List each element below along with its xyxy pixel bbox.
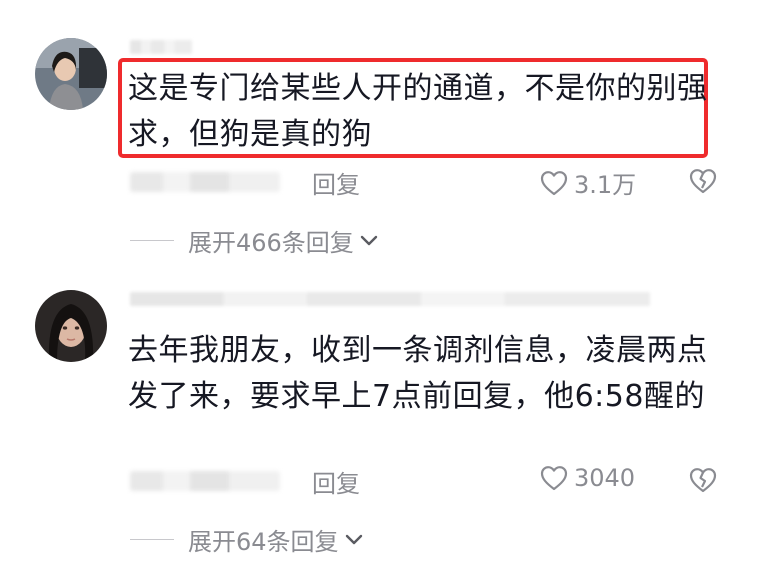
- chevron-down-icon: [345, 534, 362, 544]
- like-count: 3.1万: [574, 171, 637, 199]
- reply-button[interactable]: 回复: [312, 464, 360, 499]
- expand-replies-label: 展开466条回复: [188, 229, 354, 257]
- dislike-button[interactable]: [688, 167, 718, 195]
- broken-heart-icon: [689, 468, 717, 493]
- heart-outline-icon: [540, 466, 568, 491]
- like-button[interactable]: 3.1万: [540, 165, 636, 200]
- reply-button[interactable]: 回复: [312, 165, 360, 200]
- avatar-image: [35, 38, 107, 110]
- broken-heart-icon: [689, 169, 717, 194]
- divider-line: [130, 539, 174, 540]
- dislike-button[interactable]: [688, 466, 718, 494]
- meta-redacted: [130, 172, 280, 192]
- comment-text: 这是专门给某些人开的通道，不是你的别强求，但狗是真的狗: [128, 71, 708, 152]
- avatar-image: [35, 290, 107, 362]
- expand-replies-button[interactable]: 展开466条回复: [130, 223, 378, 258]
- chevron-down-icon: [360, 235, 378, 245]
- heart-outline-icon: [540, 170, 568, 195]
- comment-text: 去年我朋友，收到一条调剂信息，凌晨两点发了来，要求早上7点前回复，他6:58醒的: [128, 333, 708, 414]
- avatar[interactable]: [35, 38, 107, 110]
- username-redacted: [130, 40, 192, 54]
- like-button[interactable]: 3040: [540, 464, 635, 492]
- meta-redacted: [130, 471, 280, 491]
- expand-replies-button[interactable]: 展开64条回复: [130, 522, 363, 557]
- username-redacted: [130, 292, 650, 306]
- expand-replies-label: 展开64条回复: [188, 528, 339, 556]
- avatar[interactable]: [35, 290, 107, 362]
- like-count: 3040: [574, 464, 636, 492]
- divider-line: [130, 240, 174, 241]
